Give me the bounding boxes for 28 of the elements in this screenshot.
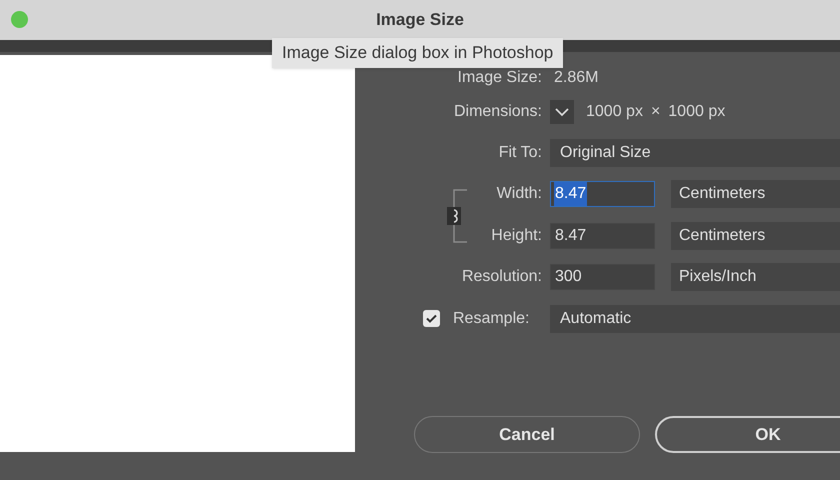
unit-select[interactable]: Pixels/Inch xyxy=(671,263,840,292)
number-field[interactable]: 8.47 xyxy=(550,181,655,208)
dimensions-dropdown[interactable] xyxy=(550,100,574,124)
tooltip: Image Size dialog box in Photoshop xyxy=(272,38,564,68)
number-field[interactable]: 300 xyxy=(550,264,655,290)
unit-select[interactable]: Centimeters xyxy=(671,180,840,208)
resample-label: Resample: xyxy=(453,308,530,329)
checkmark-icon xyxy=(426,314,437,324)
window-title: Image Size xyxy=(376,9,464,32)
field-label: Resolution: xyxy=(460,267,543,288)
number-field[interactable]: 8.47 xyxy=(550,222,655,249)
field-label: Width: xyxy=(496,184,543,204)
chevron-down-icon xyxy=(555,108,569,116)
unit-select[interactable]: Centimeters xyxy=(671,222,840,250)
link-proportions-icon xyxy=(445,188,469,244)
times-sign: × xyxy=(650,102,660,122)
pixel-height: 1000 px xyxy=(668,102,726,122)
pixel-width: 1000 px xyxy=(586,102,643,122)
cancel-button[interactable]: Cancel xyxy=(414,416,640,453)
image-size-label: Image Size: xyxy=(456,68,543,88)
field-label: Height: xyxy=(490,226,543,246)
ok-button[interactable]: OK xyxy=(655,416,840,453)
resample-select[interactable]: Automatic xyxy=(550,304,840,333)
fit-to-label: Fit To: xyxy=(498,142,543,163)
image-size-value: 2.86M xyxy=(553,68,598,88)
resample-checkbox[interactable] xyxy=(423,310,440,328)
fit-to-select[interactable]: Original Size xyxy=(550,138,840,167)
dimensions-label: Dimensions: xyxy=(452,102,543,122)
